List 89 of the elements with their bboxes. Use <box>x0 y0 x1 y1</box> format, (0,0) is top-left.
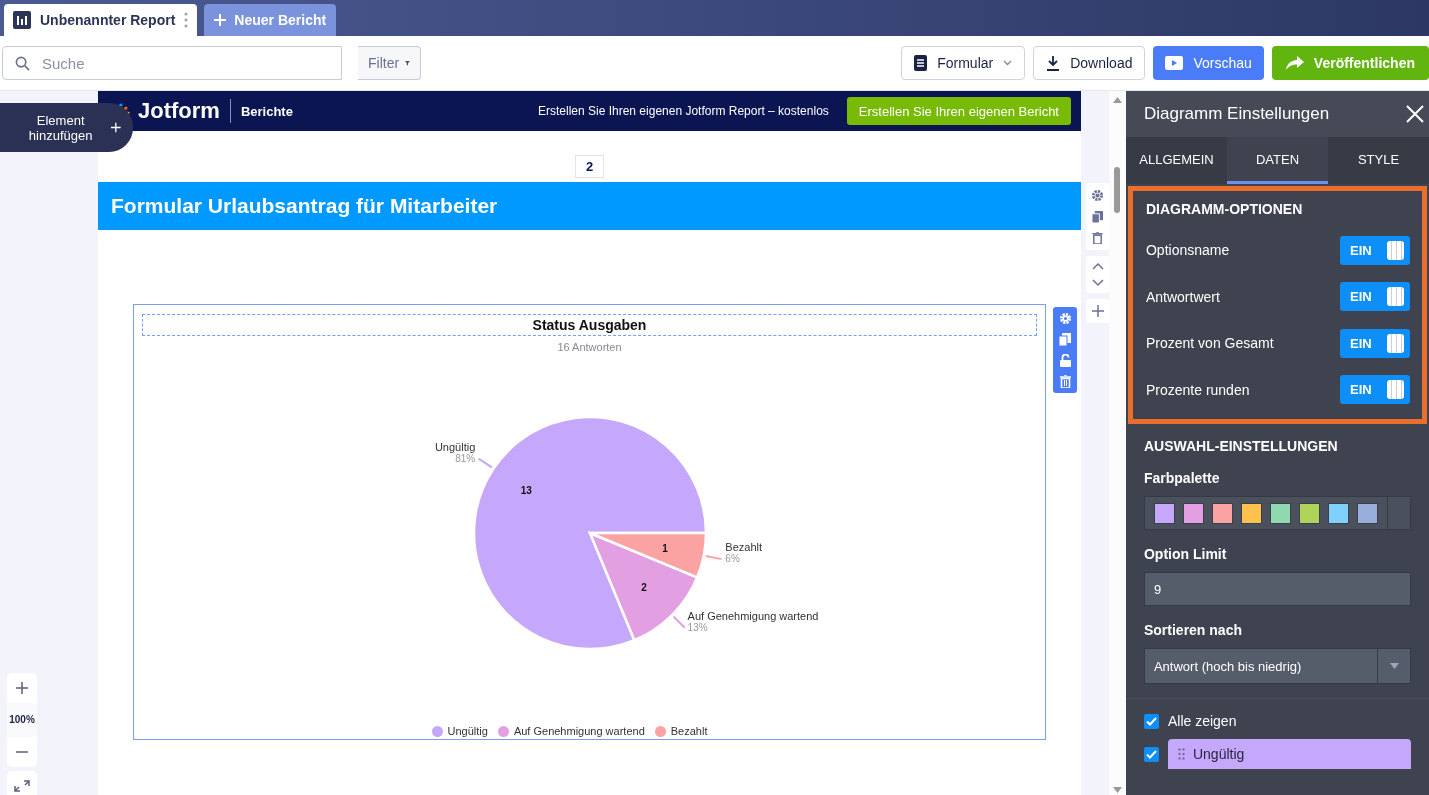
settings-icon[interactable] <box>1091 189 1104 202</box>
close-icon[interactable] <box>1406 105 1424 123</box>
checkbox-label: Alle zeigen <box>1167 713 1237 729</box>
color-swatch[interactable] <box>1240 502 1262 524</box>
trash-icon[interactable] <box>1059 375 1071 388</box>
download-icon <box>1046 55 1061 71</box>
search-field[interactable]: Suche <box>2 46 342 80</box>
slice-label: Auf Genehmigung wartend <box>687 609 819 622</box>
chevron-down-icon <box>1003 60 1013 66</box>
minus-icon <box>16 751 28 753</box>
form-icon <box>914 55 928 71</box>
plus-icon <box>16 682 28 694</box>
option-label: Prozent von Gesamt <box>1145 335 1274 352</box>
color-swatch[interactable] <box>1153 502 1175 524</box>
search-icon <box>15 55 30 71</box>
slice-value: 1 <box>662 542 668 554</box>
option-label: Antwortwert <box>1145 288 1220 305</box>
legend-item[interactable]: Auf Genehmigung wartend <box>497 725 645 737</box>
check-icon <box>1145 716 1157 726</box>
color-swatch[interactable] <box>1356 502 1378 524</box>
more-icon[interactable] <box>184 12 189 28</box>
copy-icon[interactable] <box>1059 333 1071 346</box>
preview-button[interactable]: Vorschau <box>1153 46 1264 80</box>
legend-item[interactable]: Bezahlt <box>654 725 708 737</box>
settings-tab[interactable]: STYLE <box>1328 137 1429 184</box>
slice-value: 2 <box>641 582 647 594</box>
copy-icon[interactable] <box>1092 211 1103 223</box>
report-tab[interactable]: Unbenannter Report <box>4 4 198 36</box>
report-icon <box>13 11 31 29</box>
color-swatch[interactable] <box>1298 502 1320 524</box>
plus-icon <box>111 121 121 134</box>
page-number: 2 <box>574 155 605 178</box>
slice-value: 13 <box>520 485 532 497</box>
zoom-level: 100% <box>7 703 37 737</box>
slice-percent: 6% <box>725 553 740 565</box>
plus-icon <box>214 14 227 26</box>
slice-label: Ungültig <box>434 440 476 453</box>
add-icon[interactable] <box>1091 305 1104 317</box>
move-down-icon[interactable] <box>1091 279 1104 287</box>
drag-handle-icon[interactable] <box>1177 748 1185 760</box>
field-label: Option Limit <box>1143 546 1228 562</box>
chart-subtitle: 16 Antworten <box>556 341 623 353</box>
checkbox[interactable] <box>1143 746 1159 762</box>
leader-line <box>672 615 686 629</box>
unlock-icon[interactable] <box>1059 354 1071 367</box>
choice-label: Ungültig <box>1192 746 1245 762</box>
slice-label: Bezahlt <box>725 541 763 554</box>
expand-icon <box>14 780 30 792</box>
chart-title[interactable]: Status Ausgaben <box>142 314 1037 336</box>
settings-tab[interactable]: ALLGEMEIN <box>1125 137 1227 184</box>
page-title: Formular Urlaubsantrag für Mitarbeiter <box>98 182 1081 230</box>
form-dropdown[interactable]: Formular <box>901 46 1026 80</box>
color-swatch[interactable] <box>1182 502 1204 524</box>
option-label: Optionsname <box>1145 242 1230 259</box>
move-up-icon[interactable] <box>1091 262 1104 270</box>
field-label: Sortieren nach <box>1143 622 1243 638</box>
scroll-down-icon[interactable] <box>1112 787 1122 793</box>
color-swatch[interactable] <box>1269 502 1291 524</box>
slice-percent: 13% <box>687 621 708 633</box>
caret-icon <box>1389 663 1399 669</box>
palette-picker[interactable] <box>1143 496 1411 530</box>
section-heading: DIAGRAMM-OPTIONEN <box>1145 201 1304 217</box>
share-arrow-icon <box>1285 56 1304 70</box>
field-label: Farbpalette <box>1143 470 1221 486</box>
leader-line <box>704 555 723 561</box>
section-label: Berichte <box>240 103 293 119</box>
check-icon <box>1145 749 1157 759</box>
choice-chip[interactable]: Ungültig <box>1167 739 1411 769</box>
color-swatch[interactable] <box>1327 502 1349 524</box>
add-element-button[interactable]: Element hinzufügen <box>0 103 133 152</box>
promo-text: Erstellen Sie Ihren eigenen Jotform Report – kostenlos <box>538 104 829 118</box>
option-limit-field[interactable]: 9 <box>1143 572 1411 606</box>
scroll-up-icon[interactable] <box>1112 97 1122 103</box>
checkbox[interactable] <box>1143 713 1159 729</box>
leader-line <box>477 457 493 469</box>
panel-title: Diagramm Einstellungen <box>1143 104 1330 124</box>
legend-item[interactable]: Ungültig <box>431 725 488 737</box>
download-button[interactable]: Download <box>1033 46 1146 80</box>
settings-tab[interactable]: DATEN <box>1226 137 1328 184</box>
fullscreen-button[interactable] <box>7 771 37 795</box>
option-label: Prozente runden <box>1145 381 1250 398</box>
trash-icon[interactable] <box>1092 232 1103 244</box>
slice-percent: 81% <box>455 452 476 464</box>
brand-name: Jotform <box>138 99 231 123</box>
play-icon <box>1165 56 1184 70</box>
sort-dropdown[interactable]: Antwort (hoch bis niedrig) <box>1143 648 1411 684</box>
section-heading: AUSWAHL-EINSTELLUNGEN <box>1143 438 1339 454</box>
filter-button[interactable]: Filter <box>358 46 421 80</box>
color-swatch[interactable] <box>1211 502 1233 524</box>
